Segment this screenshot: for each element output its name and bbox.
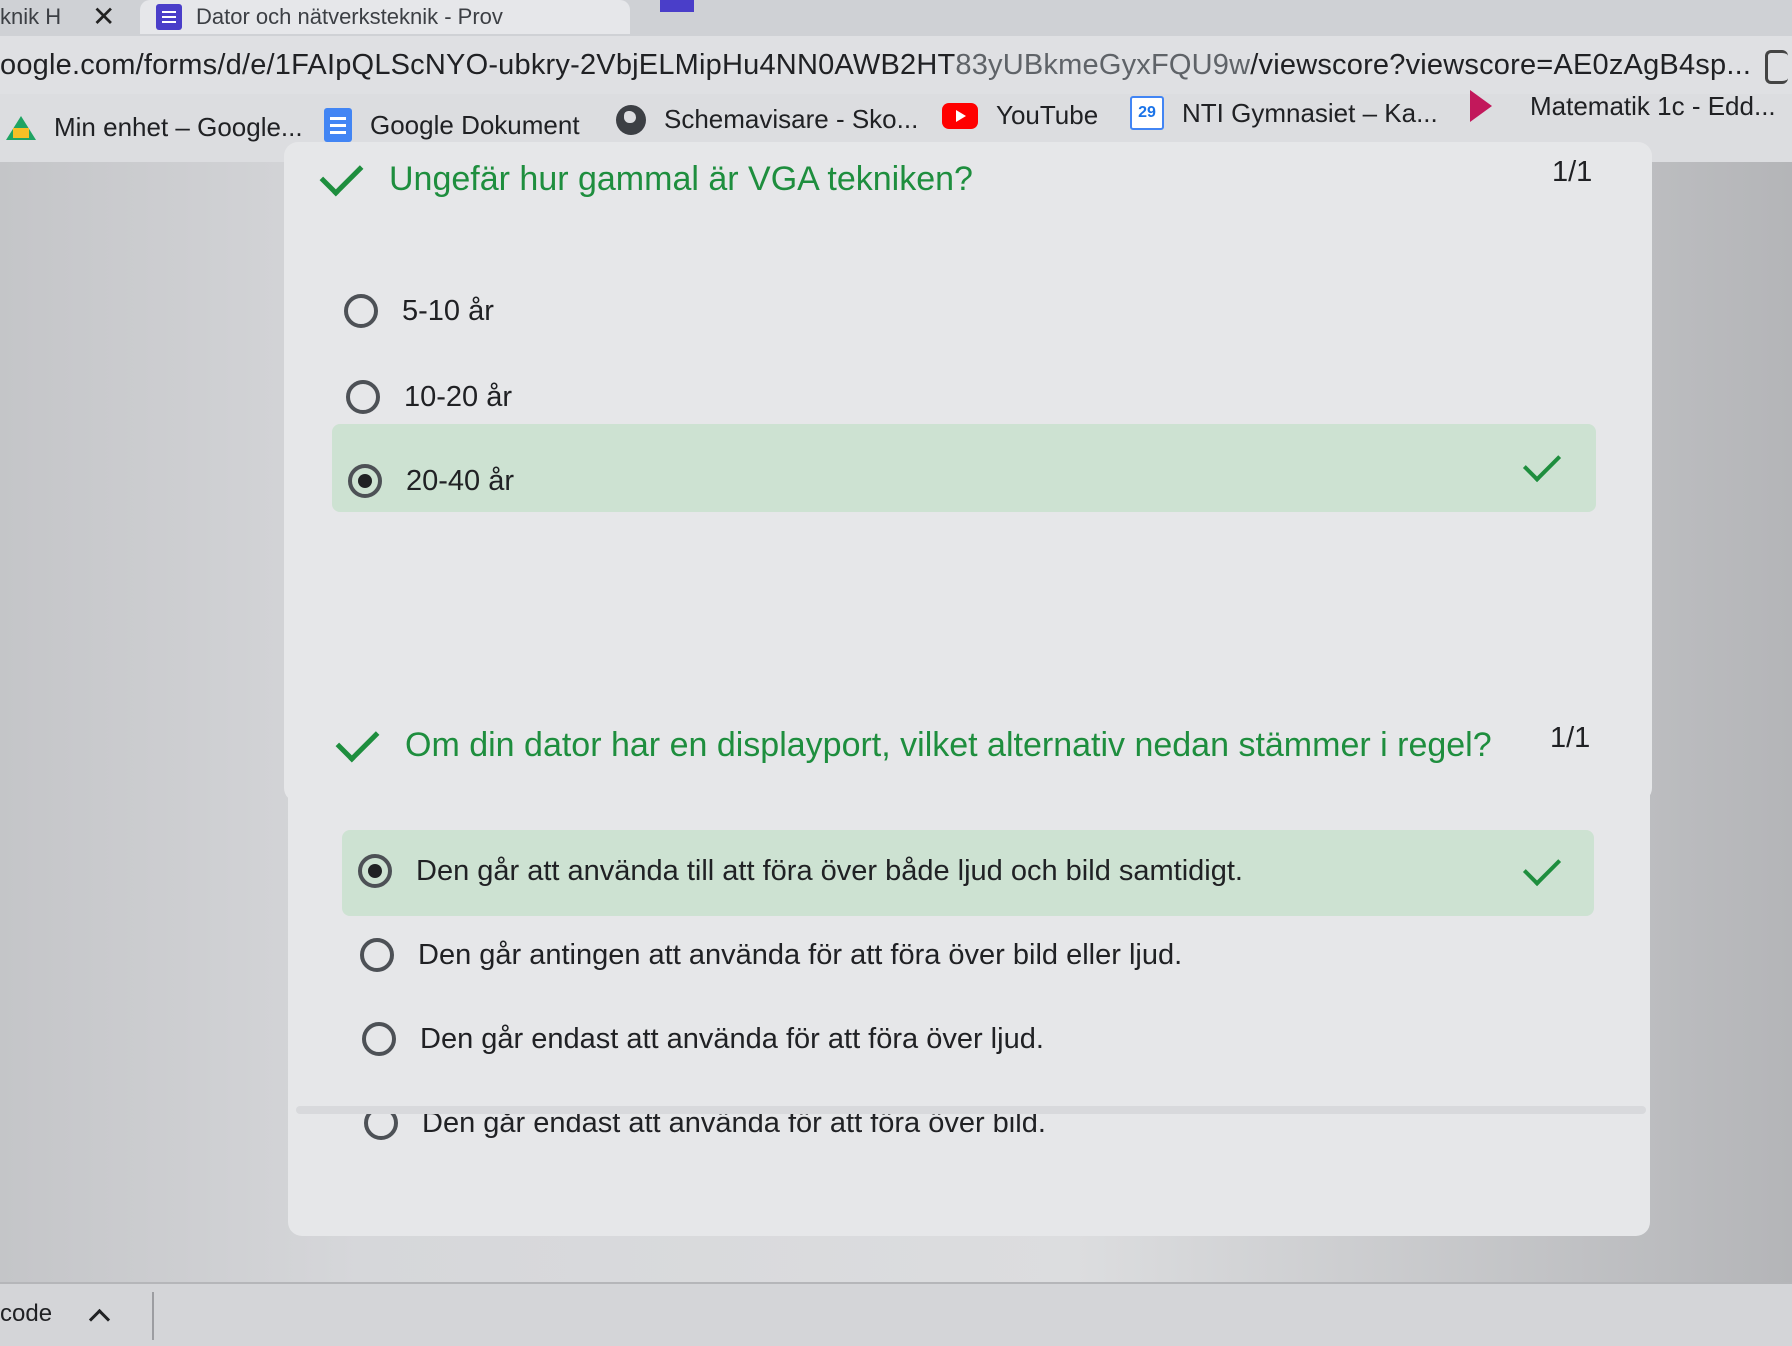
url-suffix: /viewscore?viewscore=AE0zAgB4sp... bbox=[1250, 48, 1752, 81]
tab-strip: knik H ✕ Dator och nätverksteknik - Prov bbox=[0, 0, 1792, 36]
option-label: 10-20 år bbox=[404, 380, 513, 413]
bookmark-label: Google Dokument bbox=[370, 109, 580, 140]
bookmark-google-dokument[interactable]: Google Dokument bbox=[324, 108, 580, 142]
globe-icon bbox=[616, 104, 646, 135]
eddler-icon bbox=[1470, 90, 1492, 122]
url-text[interactable]: oogle.com/forms/d/e/1FAIpQLScNYO-ubkry-2… bbox=[0, 49, 1751, 82]
bookmark-label: NTI Gymnasiet – Ka... bbox=[1182, 97, 1438, 128]
calendar-icon: 29 bbox=[1130, 96, 1164, 130]
page-action-icon[interactable] bbox=[1765, 50, 1788, 84]
question-card: Om din dator har en displayport, vilket … bbox=[288, 656, 1650, 1236]
tab-label: knik H bbox=[0, 4, 62, 29]
bookmark-label: YouTube bbox=[996, 100, 1099, 130]
download-item-label: code bbox=[0, 1300, 53, 1327]
answer-option-selected[interactable]: Den går att använda till att föra över b… bbox=[358, 854, 1243, 888]
answer-option[interactable]: 5-10 år bbox=[344, 294, 494, 328]
answer-option[interactable]: Den går endast att använda för att föra … bbox=[362, 1022, 1044, 1056]
radio-button[interactable] bbox=[360, 938, 394, 972]
address-bar[interactable]: oogle.com/forms/d/e/1FAIpQLScNYO-ubkry-2… bbox=[0, 36, 1792, 94]
url-dim-part: 83yUBkmeGyxFQU9w bbox=[955, 48, 1251, 81]
answer-option[interactable]: Den går antingen att använda för att för… bbox=[360, 938, 1182, 972]
youtube-icon bbox=[942, 102, 978, 129]
question-score: 1/1 bbox=[1550, 722, 1591, 754]
correct-answer-highlight bbox=[332, 424, 1596, 512]
tab-previous[interactable]: knik H ✕ bbox=[0, 0, 128, 34]
tab-active[interactable]: Dator och nätverksteknik - Prov bbox=[140, 0, 630, 34]
bookmark-min-enhet[interactable]: Min enhet – Google... bbox=[6, 112, 303, 143]
question-title: Ungefär hur gammal är VGA tekniken? bbox=[389, 160, 973, 198]
download-item[interactable]: code bbox=[0, 1300, 111, 1330]
answer-option[interactable]: 10-20 år bbox=[346, 380, 512, 414]
bookmark-schemavisare[interactable]: Schemavisare - Sko... bbox=[616, 104, 918, 135]
option-label: 20-40 år bbox=[406, 464, 515, 497]
tab-label: Dator och nätverksteknik - Prov bbox=[196, 4, 503, 29]
question-title: Om din dator har en displayport, vilket … bbox=[405, 726, 1492, 764]
question-score: 1/1 bbox=[1552, 156, 1593, 188]
correct-checkmark-icon bbox=[1522, 443, 1562, 483]
question-header: Om din dator har en displayport, vilket … bbox=[335, 718, 1492, 765]
google-forms-icon[interactable] bbox=[660, 0, 694, 12]
bookmark-label: Schemavisare - Sko... bbox=[664, 104, 919, 134]
option-label: 5-10 år bbox=[402, 294, 494, 327]
download-separator bbox=[152, 1292, 154, 1340]
radio-button-selected[interactable] bbox=[358, 854, 392, 888]
bookmark-label: Matematik 1c - Edd... bbox=[1530, 90, 1776, 121]
download-shelf: code bbox=[0, 1282, 1792, 1346]
bookmark-matematik[interactable]: Matematik 1c - Edd... bbox=[1470, 90, 1776, 122]
checkmark-icon bbox=[335, 718, 380, 763]
radio-button[interactable] bbox=[346, 380, 380, 414]
checkmark-icon bbox=[319, 152, 364, 197]
google-forms-icon bbox=[156, 4, 182, 30]
bookmark-youtube[interactable]: YouTube bbox=[942, 100, 1098, 131]
next-card-edge bbox=[296, 1106, 1646, 1114]
radio-button[interactable] bbox=[344, 294, 378, 328]
option-label: Den går endast att använda för att föra … bbox=[420, 1022, 1044, 1055]
question-header: Ungefär hur gammal är VGA tekniken? bbox=[319, 152, 973, 199]
bookmark-nti-gymnasiet[interactable]: 29 NTI Gymnasiet – Ka... bbox=[1130, 96, 1438, 130]
form-page: Ungefär hur gammal är VGA tekniken? 1/1 … bbox=[0, 142, 1792, 1282]
close-icon[interactable]: ✕ bbox=[92, 0, 115, 33]
url-prefix: oogle.com/forms/d/e/1FAIpQLScNYO-ubkry-2… bbox=[0, 48, 956, 81]
correct-checkmark-icon bbox=[1522, 847, 1562, 887]
bookmark-label: Min enhet – Google... bbox=[54, 112, 303, 142]
option-label: Den går antingen att använda för att för… bbox=[418, 938, 1183, 971]
google-docs-icon bbox=[324, 108, 352, 142]
option-label: Den går att använda till att föra över b… bbox=[416, 854, 1243, 887]
chevron-up-icon[interactable] bbox=[88, 1308, 111, 1330]
answer-option-selected[interactable]: 20-40 år bbox=[348, 464, 514, 498]
radio-button-selected[interactable] bbox=[348, 464, 382, 498]
google-drive-icon bbox=[6, 115, 36, 140]
radio-button[interactable] bbox=[362, 1022, 396, 1056]
